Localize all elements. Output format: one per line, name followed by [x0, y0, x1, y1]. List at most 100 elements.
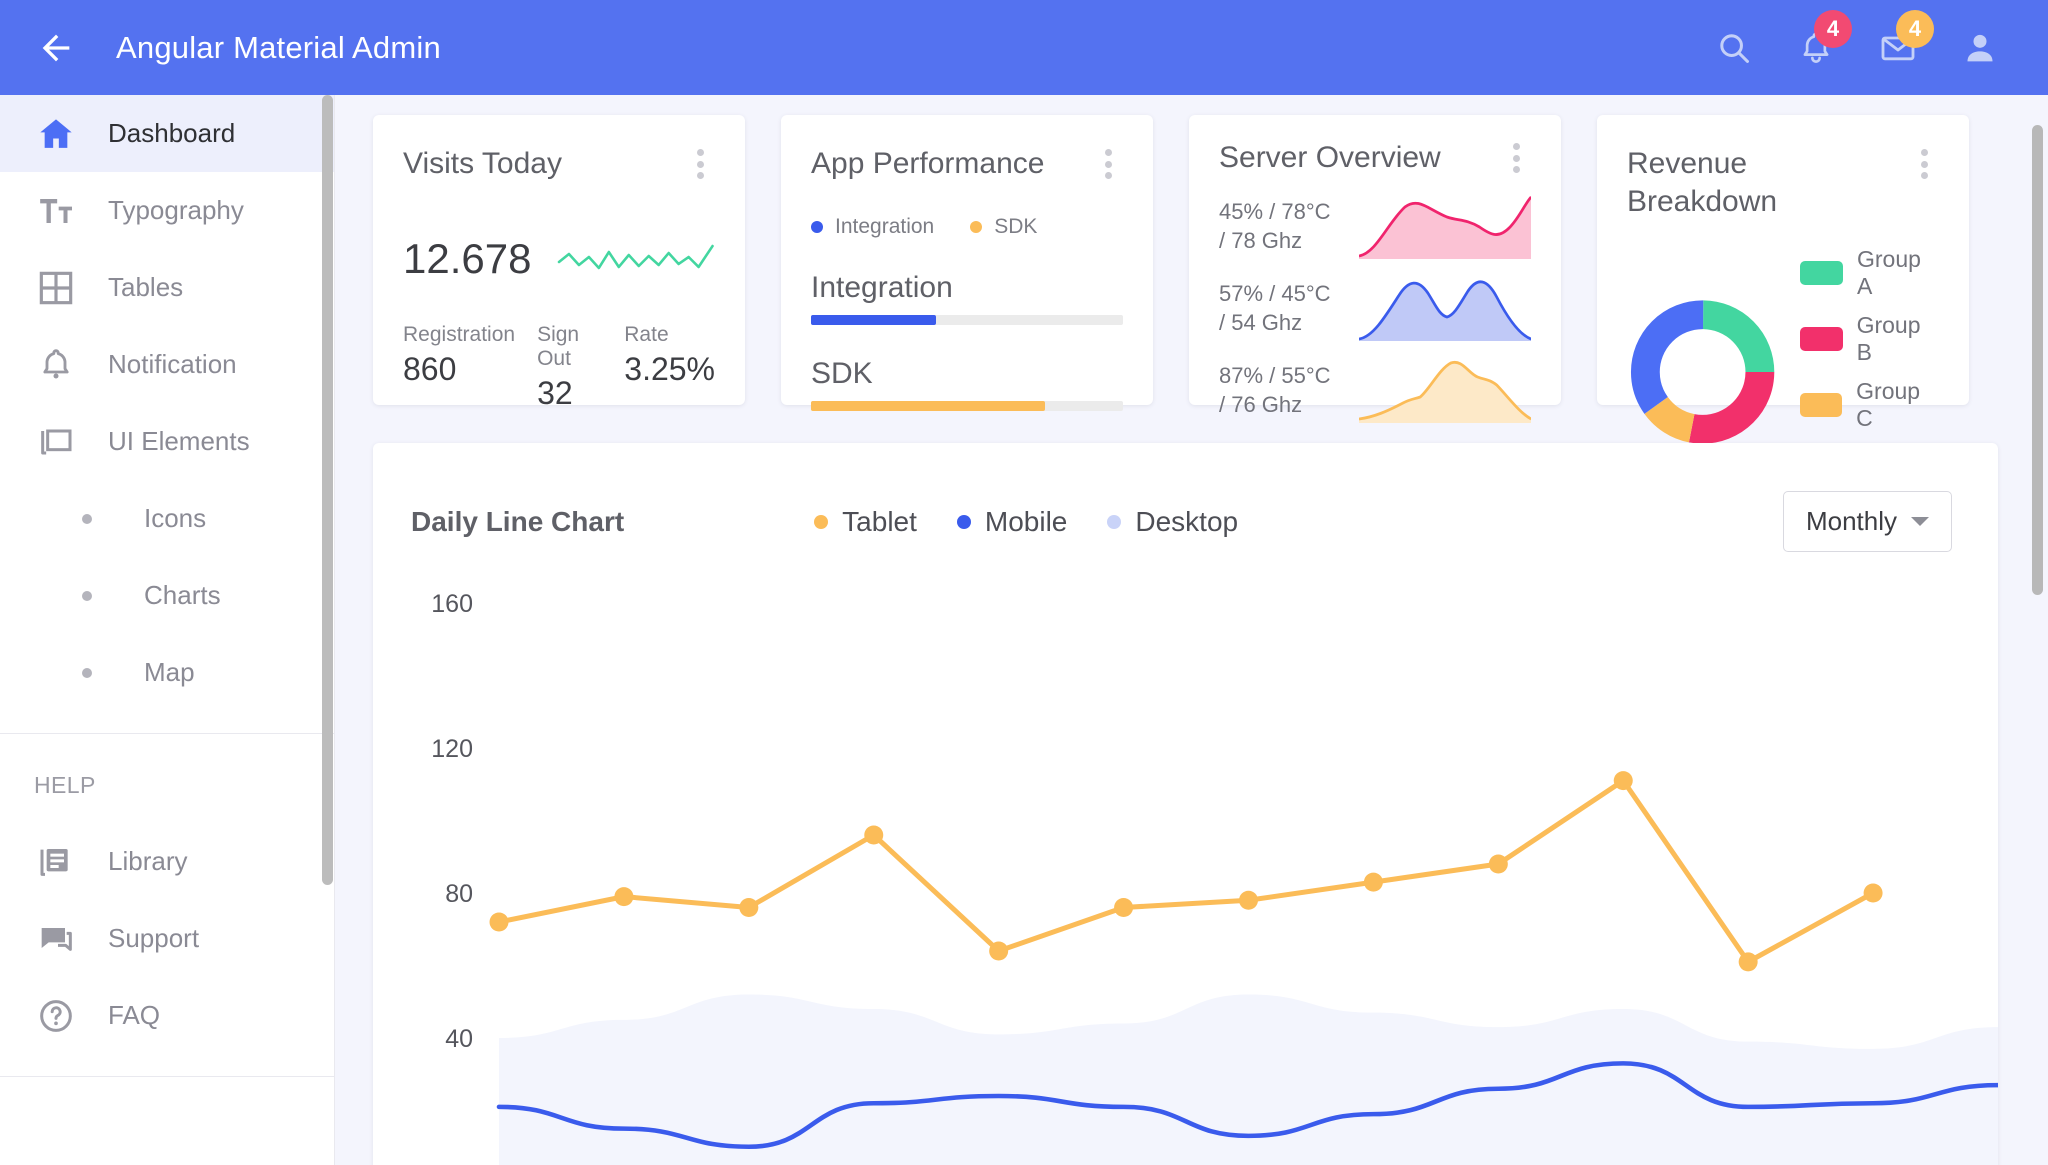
bullet-dot-icon: [82, 590, 92, 601]
chart-header: Daily Line Chart Tablet Mobile Desktop M…: [373, 443, 1998, 552]
visits-stats: Registration 860 Sign Out 32 Rate 3.25%: [403, 323, 715, 412]
legend-label: Tablet: [842, 505, 917, 537]
legend-item: Group B: [1800, 312, 1939, 366]
visits-value: 12.678: [403, 235, 532, 283]
kpi-card-row: Visits Today 12.678 Registration 860 Sig…: [335, 95, 2048, 497]
legend-item-desktop[interactable]: Desktop: [1107, 506, 1238, 538]
data-point-marker[interactable]: [739, 898, 759, 917]
sidebar-subitem-icons[interactable]: Icons: [0, 480, 334, 557]
notifications-button[interactable]: 4: [1794, 9, 1852, 70]
messages-button[interactable]: 4: [1876, 9, 1934, 70]
legend-item-tablet[interactable]: Tablet: [814, 506, 917, 538]
sidebar-item-support[interactable]: Support: [0, 900, 334, 977]
page-scrollbar[interactable]: [2032, 125, 2043, 595]
stat-rate: Rate 3.25%: [624, 323, 715, 412]
legend-item: Integration: [811, 215, 934, 239]
app-performance-card: App Performance Integration SDK Integrat…: [781, 115, 1153, 412]
back-button[interactable]: [28, 20, 84, 76]
person-icon: [1967, 34, 1993, 61]
data-point-marker[interactable]: [1613, 771, 1633, 791]
more-vertical-icon[interactable]: [1501, 139, 1531, 173]
legend-label: Group A: [1857, 245, 1921, 299]
server-sparkline-cpu1: [1358, 196, 1531, 260]
typography-icon: [34, 189, 78, 233]
data-point-marker[interactable]: [864, 825, 884, 845]
y-axis-tick-label: 160: [431, 590, 473, 618]
arrow-left-icon: [42, 34, 70, 61]
sidebar-item-faq[interactable]: FAQ: [0, 977, 334, 1054]
legend-swatch-icon: [1800, 392, 1843, 417]
sidebar-subitem-label: Charts: [144, 580, 221, 610]
stat-value: 860: [403, 351, 457, 388]
data-point-marker[interactable]: [1863, 883, 1883, 903]
data-point-marker[interactable]: [989, 941, 1009, 961]
avatar[interactable]: [1958, 26, 2002, 70]
sidebar-item-dashboard[interactable]: Dashboard: [0, 95, 334, 172]
layers-icon: [34, 420, 78, 464]
sidebar-item-label: UI Elements: [108, 426, 250, 456]
chart-legend: Tablet Mobile Desktop: [814, 506, 1238, 538]
sidebar-item-label: Tables: [108, 272, 184, 302]
data-point-marker[interactable]: [1738, 952, 1758, 972]
sidebar-subitem-label: Icons: [144, 503, 207, 533]
sidebar-subitem-charts[interactable]: Charts: [0, 557, 334, 634]
legend-item: SDK: [970, 215, 1037, 239]
main-content: Visits Today 12.678 Registration 860 Sig…: [335, 95, 2048, 1165]
legend-dot-icon: [970, 221, 983, 234]
sidebar-item-typography[interactable]: Typography: [0, 172, 334, 249]
stat-value: 32: [537, 375, 573, 412]
server-overview-card: Server Overview 45% / 78°C / 78 Ghz 57% …: [1189, 115, 1561, 424]
sidebar-scrollbar[interactable]: [322, 95, 333, 885]
library-book-icon: [34, 840, 78, 884]
sidebar-item-tables[interactable]: Tables: [0, 249, 334, 326]
more-vertical-icon[interactable]: [1093, 145, 1123, 179]
visits-today-card: Visits Today 12.678 Registration 860 Sig…: [373, 115, 745, 411]
sidebar-subitem-label: Map: [144, 657, 195, 687]
visits-value-row: 12.678: [403, 235, 715, 283]
sidebar-item-label: Typography: [108, 195, 244, 225]
sidebar-section-help: HELP: [34, 772, 96, 798]
card-title: App Performance: [811, 147, 1045, 180]
bar-label: Integration: [811, 271, 953, 305]
range-select-value: Monthly: [1805, 506, 1897, 536]
card-header: App Performance: [811, 145, 1123, 183]
bell-icon: [34, 343, 78, 387]
data-point-marker[interactable]: [1239, 890, 1258, 910]
sidebar-subitem-map[interactable]: Map: [0, 634, 334, 711]
data-point-marker[interactable]: [489, 912, 509, 932]
data-point-marker[interactable]: [1363, 872, 1383, 892]
chevron-down-icon: [1911, 517, 1929, 526]
more-vertical-icon[interactable]: [685, 145, 715, 179]
search-icon: [1720, 33, 1749, 63]
sidebar-item-ui-elements[interactable]: UI Elements: [0, 403, 334, 480]
search-button[interactable]: [1712, 26, 1756, 70]
stat-label: Registration: [403, 323, 516, 347]
home-icon: [34, 112, 78, 156]
legend-label: Group B: [1856, 311, 1921, 365]
legend-label: SDK: [994, 215, 1038, 239]
stat-signout: Sign Out 32: [537, 323, 602, 412]
header-actions: 4 4: [1712, 9, 2048, 70]
legend-dot-icon: [1107, 514, 1122, 529]
card-header: Revenue Breakdown: [1627, 145, 1939, 222]
sidebar-item-notification[interactable]: Notification: [0, 326, 334, 403]
legend-item-mobile[interactable]: Mobile: [956, 506, 1067, 538]
chart-plot-area: 04080120160: [373, 573, 1998, 1165]
more-vertical-icon[interactable]: [1909, 145, 1939, 179]
line-chart-svg: 04080120160: [431, 590, 1998, 1165]
page-title: Angular Material Admin: [116, 29, 441, 65]
table-grid-icon: [34, 266, 78, 310]
sidebar-item-label: Support: [108, 923, 200, 953]
bullet-dot-icon: [82, 513, 92, 524]
range-select-dropdown[interactable]: Monthly: [1782, 491, 1952, 552]
sidebar-item-library[interactable]: Library: [0, 823, 334, 900]
data-point-marker[interactable]: [1114, 898, 1134, 917]
legend-swatch-icon: [1800, 260, 1843, 285]
progress-track: [811, 401, 1123, 412]
data-point-marker[interactable]: [614, 887, 634, 907]
legend-label: Integration: [835, 215, 935, 239]
legend-item: Group A: [1800, 246, 1939, 300]
performance-bar-integration: Integration: [811, 271, 1123, 326]
data-point-marker[interactable]: [1488, 854, 1508, 874]
sidebar-item-label: Notification: [108, 349, 237, 379]
